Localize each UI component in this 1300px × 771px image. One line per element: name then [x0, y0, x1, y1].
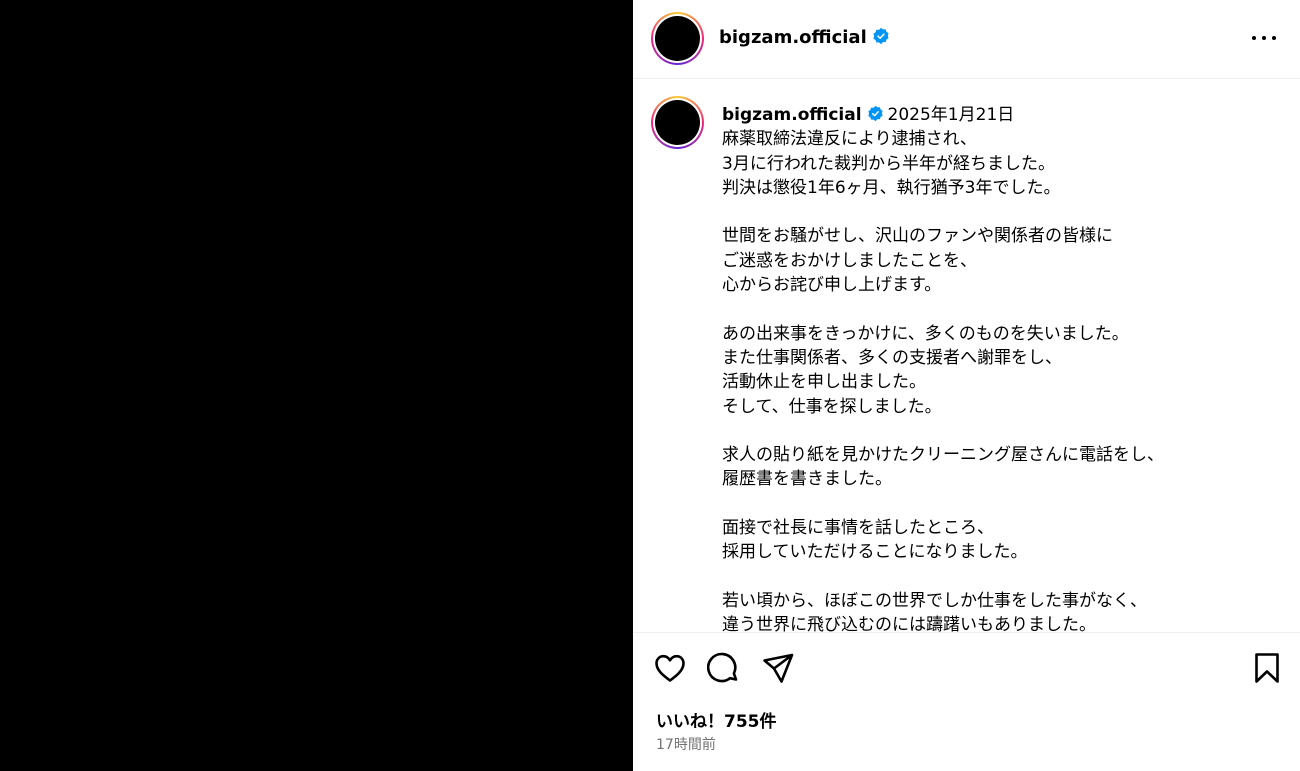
send-icon[interactable] [761, 651, 795, 685]
comment-icon[interactable] [707, 651, 741, 685]
caption-block: bigzam.official 2025年1月21日 麻薬取締法違反により逮捕され… [722, 103, 1282, 632]
header-avatar[interactable] [651, 12, 704, 65]
caption-avatar[interactable] [651, 96, 704, 149]
caption-date[interactable]: 2025年1月21日 [888, 105, 1015, 125]
caption-line: 活動休止を申し出ました。 [722, 372, 926, 393]
caption-line: 判決は懲役1年6ヶ月、執行猶予3年でした。 [722, 177, 1061, 198]
caption-text: 麻薬取締法違反により逮捕され、 3月に行われた裁判から半年が経ちました。 判決は懲役… [722, 127, 1282, 632]
post-media[interactable] [0, 0, 633, 771]
more-options-button[interactable] [1250, 28, 1278, 48]
caption-line: また仕事関係者、多くの支援者へ謝罪をし、 [722, 347, 1062, 368]
post-header: bigzam.official [633, 0, 1300, 79]
header-username[interactable]: bigzam.official [719, 27, 867, 48]
caption-line: 若い頃から、ほぼこの世界でしか仕事をした事がなく、 [722, 590, 1147, 611]
more-horizontal-icon [1252, 36, 1256, 40]
instagram-post-view: bigzam.official bigzam.official 2025年1月21… [0, 0, 1300, 771]
post-side-panel: bigzam.official bigzam.official 2025年1月21… [633, 0, 1300, 771]
verified-badge-icon [867, 105, 883, 122]
verified-badge-icon [873, 27, 889, 45]
caption-line: 履歴書を書きました。 [722, 469, 892, 490]
action-bar: いいね！755件 17時間前 [633, 632, 1300, 771]
caption-line: そして、仕事を探しました。 [722, 396, 942, 417]
caption-username[interactable]: bigzam.official [722, 105, 862, 125]
post-timestamp[interactable]: 17時間前 [656, 734, 716, 754]
caption-line: 求人の貼り紙を見かけたクリーニング屋さんに電話をし、 [722, 445, 1164, 466]
header-username-row[interactable]: bigzam.official [719, 26, 890, 50]
heart-icon[interactable] [653, 651, 687, 685]
caption-line: 麻薬取締法違反により逮捕され、 [722, 129, 977, 150]
caption-area[interactable]: bigzam.official 2025年1月21日 麻薬取締法違反により逮捕され… [633, 79, 1300, 632]
caption-line: ご迷惑をおかけしましたことを、 [722, 250, 977, 271]
caption-line: 心からお詫び申し上げます。 [722, 275, 942, 296]
likes-count[interactable]: いいね！755件 [656, 707, 777, 732]
bookmark-icon[interactable] [1250, 651, 1284, 685]
caption-line: 世間をお騒がせし、沢山のファンや関係者の皆様に [722, 226, 1113, 247]
caption-line: 採用していただけることになりました。 [722, 542, 1028, 563]
caption-line: 違う世界に飛び込むのには躊躇いもありました。 [722, 615, 1096, 632]
caption-line: 3月に行われた裁判から半年が経ちました。 [722, 153, 1055, 174]
caption-line: あの出来事をきっかけに、多くのものを失いました。 [722, 323, 1129, 344]
caption-meta: bigzam.official 2025年1月21日 [722, 103, 1282, 127]
caption-line: 面接で社長に事情を話したところ、 [722, 518, 994, 539]
